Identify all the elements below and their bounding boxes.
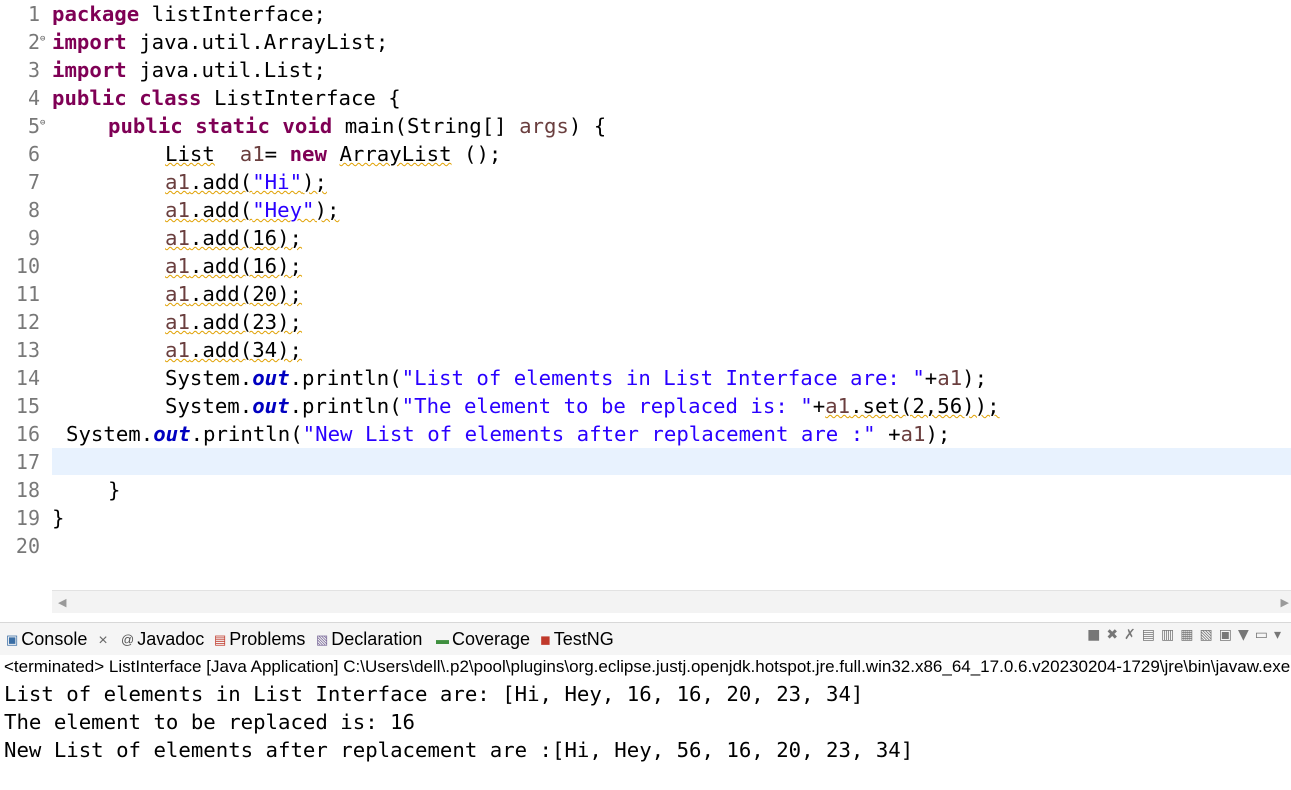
tab-label: Declaration — [331, 629, 423, 649]
console-panel-tabs: ▣ Console × @ Javadoc ▤ Problems ▧ Declarati… — [0, 622, 1291, 655]
console-line: The element to be replaced is: 16 — [4, 710, 416, 734]
tab-label: Javadoc — [137, 629, 205, 649]
line-number: 2 — [27, 30, 40, 54]
terminate-icon[interactable]: ■ — [1087, 627, 1106, 643]
line-number: 12 — [15, 310, 40, 334]
scroll-right-icon[interactable]: ▶ — [1281, 596, 1289, 609]
horizontal-scrollbar[interactable]: ◀ ▶ — [52, 590, 1291, 613]
problems-icon: ▤ — [214, 632, 227, 647]
pin-console-icon[interactable]: ▧ — [1199, 627, 1218, 643]
line-number: 20 — [15, 534, 40, 558]
code-editor[interactable]: 1 2 3 4 5 6 7 8 9 10 11 12 13 14 15 16 1… — [0, 0, 1291, 615]
tab-testng[interactable]: ◼ TestNG — [540, 627, 614, 651]
line-number: 11 — [15, 282, 40, 306]
declaration-icon: ▧ — [316, 632, 329, 647]
open-console-icon[interactable]: ▼ — [1238, 627, 1255, 643]
code-line: } — [108, 478, 121, 502]
line-number: 14 — [15, 366, 40, 390]
line-number: 19 — [15, 506, 40, 530]
remove-all-icon[interactable]: ✗ — [1124, 627, 1142, 643]
line-number: 17 — [15, 450, 40, 474]
tab-label: Coverage — [452, 629, 531, 649]
line-number-gutter: 1 2 3 4 5 6 7 8 9 10 11 12 13 14 15 16 1… — [0, 0, 48, 590]
console-line: New List of elements after replacement a… — [4, 738, 914, 762]
coverage-icon: ▬ — [436, 632, 449, 647]
clear-console-icon[interactable]: ▤ — [1142, 627, 1161, 643]
line-number: 16 — [15, 422, 40, 446]
tab-label: TestNG — [553, 629, 614, 649]
remove-launch-icon[interactable]: ✖ — [1106, 627, 1124, 643]
code-line: public class ListInterface { — [52, 86, 401, 110]
javadoc-icon: @ — [121, 632, 135, 647]
code-line: System.out.println("The element to be re… — [165, 394, 1000, 418]
line-number: 1 — [27, 2, 40, 26]
fold-collapse-icon[interactable]: ⊖ — [40, 118, 45, 128]
code-line: a1.add(16); — [165, 254, 303, 278]
line-number: 6 — [27, 142, 40, 166]
code-line: a1.add("Hey"); — [165, 198, 340, 222]
code-line: a1.add("Hi"); — [165, 170, 327, 194]
console-icon: ▣ — [6, 632, 19, 647]
code-line: a1.add(20); — [165, 282, 303, 306]
line-number: 5 — [27, 114, 40, 138]
tab-label: Problems — [229, 629, 306, 649]
fold-collapse-icon[interactable]: ⊖ — [40, 34, 45, 44]
code-line: System.out.println("New List of elements… — [66, 422, 951, 446]
code-line: } — [52, 506, 65, 530]
code-line: List a1= new ArrayList (); — [165, 142, 502, 166]
display-console-icon[interactable]: ▣ — [1219, 627, 1238, 643]
code-line: import java.util.ArrayList; — [52, 30, 389, 54]
line-number: 15 — [15, 394, 40, 418]
code-line: import java.util.List; — [52, 58, 327, 82]
tab-declaration[interactable]: ▧ Declaration — [316, 627, 422, 651]
minimize-icon[interactable]: ▭ — [1255, 627, 1274, 643]
line-number: 18 — [15, 478, 40, 502]
code-line: a1.add(16); — [165, 226, 303, 250]
code-line: a1.add(23); — [165, 310, 303, 334]
console-output[interactable]: List of elements in List Interface are: … — [4, 680, 1291, 764]
word-wrap-icon[interactable]: ▦ — [1180, 627, 1199, 643]
scroll-left-icon[interactable]: ◀ — [58, 596, 66, 609]
tab-label: Console — [21, 629, 88, 649]
line-number: 4 — [27, 86, 40, 110]
line-number: 8 — [27, 198, 40, 222]
code-line: public static void main(String[] args) { — [108, 114, 607, 138]
close-icon[interactable]: × — [98, 632, 107, 649]
console-line: List of elements in List Interface are: … — [4, 682, 864, 706]
line-number: 13 — [15, 338, 40, 362]
launch-status: <terminated> ListInterface [Java Applica… — [4, 657, 1291, 676]
tab-console[interactable]: ▣ Console × — [6, 627, 108, 651]
scroll-lock-icon[interactable]: ▥ — [1161, 627, 1180, 643]
tab-coverage[interactable]: ▬ Coverage — [436, 627, 530, 651]
console-toolbar: ■✖✗▤▥▦▧▣▼▭▾ — [1087, 627, 1287, 651]
line-number: 10 — [15, 254, 40, 278]
code-line: System.out.println("List of elements in … — [165, 366, 988, 390]
line-number: 7 — [27, 170, 40, 194]
tab-problems[interactable]: ▤ Problems — [214, 627, 305, 651]
code-line: package listInterface; — [52, 2, 327, 26]
testng-icon: ◼ — [540, 632, 551, 647]
tab-javadoc[interactable]: @ Javadoc — [121, 627, 204, 651]
view-menu-icon[interactable]: ▾ — [1274, 627, 1287, 643]
code-line: a1.add(34); — [165, 338, 303, 362]
line-number: 3 — [27, 58, 40, 82]
line-number: 9 — [27, 226, 40, 250]
current-line-highlight — [52, 448, 1291, 475]
